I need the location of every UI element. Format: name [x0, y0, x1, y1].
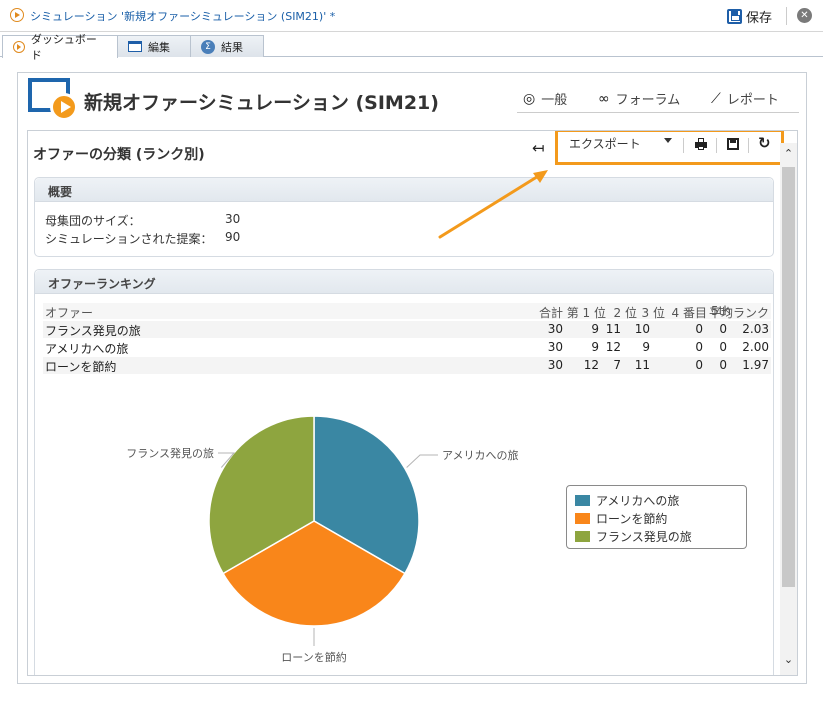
annotation-arrow [438, 170, 548, 239]
tab-label: ダッシュボード [30, 33, 97, 62]
play-circle-icon [13, 41, 25, 53]
tab-dashboard[interactable]: ダッシュボード [2, 33, 118, 62]
